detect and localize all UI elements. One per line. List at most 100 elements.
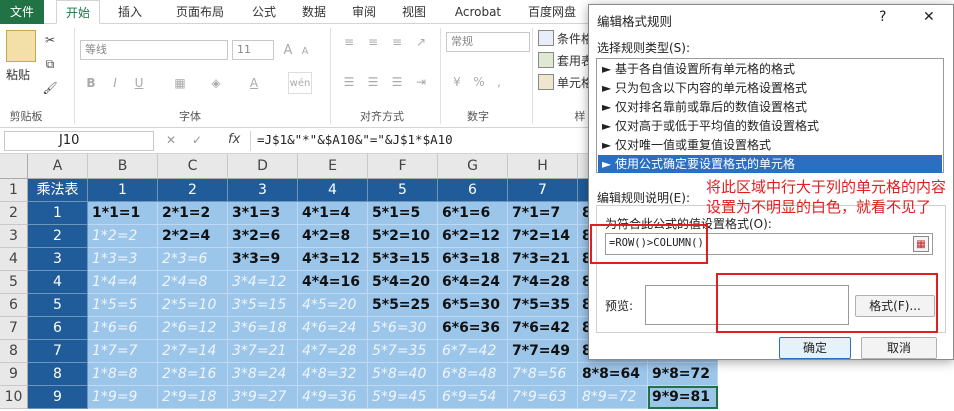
product-cell[interactable]: 3*1=3: [228, 202, 298, 225]
sheet-title-cell[interactable]: 乘法表: [28, 179, 88, 202]
product-cell[interactable]: 7*7=49: [508, 340, 578, 363]
currency-icon[interactable]: ¥: [446, 72, 468, 92]
product-cell[interactable]: 7*1=7: [508, 202, 578, 225]
hidden-product-cell[interactable]: 5*6=30: [368, 317, 438, 340]
row-number-cell[interactable]: 9: [28, 386, 88, 409]
column-header-e[interactable]: E: [298, 154, 368, 179]
hidden-product-cell[interactable]: 2*5=10: [158, 294, 228, 317]
hidden-product-cell[interactable]: 1*2=2: [88, 225, 158, 248]
rule-type-list[interactable]: ► 基于各自值设置所有单元格的格式 ► 只为包含以下内容的单元格设置格式 ► 仅对排…: [596, 58, 944, 173]
hidden-product-cell[interactable]: 1*7=7: [88, 340, 158, 363]
product-cell[interactable]: 3*3=9: [228, 248, 298, 271]
column-header-d[interactable]: D: [228, 154, 298, 179]
tab-file[interactable]: 文件: [0, 0, 44, 24]
tab-acrobat[interactable]: Acrobat: [446, 0, 510, 24]
product-cell[interactable]: 9*9=81: [648, 386, 718, 409]
hidden-product-cell[interactable]: 4*7=28: [298, 340, 368, 363]
column-number-cell[interactable]: 5: [368, 179, 438, 202]
rule-type-item[interactable]: ► 只为包含以下内容的单元格设置格式: [598, 79, 942, 97]
percent-button[interactable]: %: [470, 72, 488, 92]
italic-button[interactable]: I: [106, 74, 124, 92]
hidden-product-cell[interactable]: 4*6=24: [298, 317, 368, 340]
formula-field[interactable]: =ROW()>COLUMN(): [609, 237, 704, 249]
hidden-product-cell[interactable]: 4*9=36: [298, 386, 368, 409]
column-header-h[interactable]: H: [508, 154, 578, 179]
hidden-product-cell[interactable]: 2*8=16: [158, 363, 228, 386]
rule-type-item[interactable]: ► 仅对高于或低于平均值的数值设置格式: [598, 117, 942, 135]
product-cell[interactable]: 7*3=21: [508, 248, 578, 271]
hidden-product-cell[interactable]: 1*8=8: [88, 363, 158, 386]
product-cell[interactable]: 5*5=25: [368, 294, 438, 317]
tab-home[interactable]: 开始: [56, 0, 100, 24]
hidden-product-cell[interactable]: 5*9=45: [368, 386, 438, 409]
product-cell[interactable]: 7*2=14: [508, 225, 578, 248]
align-left-icon[interactable]: ☰: [338, 74, 360, 90]
product-cell[interactable]: 4*4=16: [298, 271, 368, 294]
hidden-product-cell[interactable]: 3*6=18: [228, 317, 298, 340]
font-size-select[interactable]: 11: [232, 40, 274, 60]
conditional-formatting-icon[interactable]: [538, 30, 554, 46]
rule-type-item[interactable]: ► 基于各自值设置所有单元格的格式: [598, 60, 942, 78]
product-cell[interactable]: 1*1=1: [88, 202, 158, 225]
hidden-product-cell[interactable]: 1*3=3: [88, 248, 158, 271]
close-icon[interactable]: ✕: [923, 9, 935, 25]
ok-button[interactable]: 确定: [779, 337, 851, 359]
tab-page-layout[interactable]: 页面布局: [164, 0, 236, 24]
indent-icon[interactable]: ⇥: [410, 74, 432, 90]
underline-button[interactable]: U: [130, 74, 148, 92]
insert-function-icon[interactable]: fx: [228, 132, 240, 147]
align-center-icon[interactable]: ☰: [362, 74, 384, 90]
column-number-cell[interactable]: 3: [228, 179, 298, 202]
row-number-cell[interactable]: 6: [28, 317, 88, 340]
row-number-cell[interactable]: 2: [28, 225, 88, 248]
hidden-product-cell[interactable]: 6*7=42: [438, 340, 508, 363]
rule-type-item[interactable]: ► 仅对排名靠前或靠后的数值设置格式: [598, 98, 942, 116]
row-header-1[interactable]: 1: [0, 179, 28, 202]
formula-input[interactable]: =J$1&"*"&$A10&"="&J$1*$A10: [250, 131, 580, 151]
row-number-cell[interactable]: 3: [28, 248, 88, 271]
hidden-product-cell[interactable]: 1*5=5: [88, 294, 158, 317]
orientation-icon[interactable]: ↗: [410, 34, 432, 50]
column-header-g[interactable]: G: [438, 154, 508, 179]
font-color-icon[interactable]: A: [244, 74, 264, 92]
cancel-entry-icon[interactable]: ✕: [166, 133, 180, 149]
row-header-5[interactable]: 5: [0, 271, 28, 294]
hidden-product-cell[interactable]: 5*7=35: [368, 340, 438, 363]
copy-icon[interactable]: ⧉: [42, 56, 58, 72]
hidden-product-cell[interactable]: 8*9=72: [578, 386, 648, 409]
row-header-10[interactable]: 10: [0, 386, 28, 409]
hidden-product-cell[interactable]: 3*7=21: [228, 340, 298, 363]
hidden-product-cell[interactable]: 1*4=4: [88, 271, 158, 294]
column-header-c[interactable]: C: [158, 154, 228, 179]
product-cell[interactable]: 7*5=35: [508, 294, 578, 317]
cancel-button[interactable]: 取消: [861, 337, 937, 359]
align-middle-icon[interactable]: ≡: [362, 34, 384, 50]
product-cell[interactable]: 4*1=4: [298, 202, 368, 225]
hidden-product-cell[interactable]: 2*7=14: [158, 340, 228, 363]
align-right-icon[interactable]: ☰: [386, 74, 408, 90]
hidden-product-cell[interactable]: 2*6=12: [158, 317, 228, 340]
hidden-product-cell[interactable]: 3*4=12: [228, 271, 298, 294]
cut-icon[interactable]: ✂: [42, 32, 58, 48]
align-top-icon[interactable]: ≡: [338, 34, 360, 50]
tab-data[interactable]: 数据: [294, 0, 334, 24]
tab-baidu-netdisk[interactable]: 百度网盘: [520, 0, 584, 24]
row-header-3[interactable]: 3: [0, 225, 28, 248]
grow-font-icon[interactable]: A: [280, 40, 296, 60]
product-cell[interactable]: 4*3=12: [298, 248, 368, 271]
cell-styles-icon[interactable]: [538, 74, 554, 90]
row-number-cell[interactable]: 1: [28, 202, 88, 225]
column-number-cell[interactable]: 6: [438, 179, 508, 202]
product-cell[interactable]: 6*5=30: [438, 294, 508, 317]
hidden-product-cell[interactable]: 7*8=56: [508, 363, 578, 386]
product-cell[interactable]: 9*8=72: [648, 363, 718, 386]
product-cell[interactable]: 5*1=5: [368, 202, 438, 225]
column-header-b[interactable]: B: [88, 154, 158, 179]
row-header-7[interactable]: 7: [0, 317, 28, 340]
border-icon[interactable]: ▦: [170, 74, 190, 92]
hidden-product-cell[interactable]: 2*4=8: [158, 271, 228, 294]
hidden-product-cell[interactable]: 4*5=20: [298, 294, 368, 317]
column-number-cell[interactable]: 7: [508, 179, 578, 202]
product-cell[interactable]: 5*2=10: [368, 225, 438, 248]
tab-review[interactable]: 审阅: [344, 0, 384, 24]
